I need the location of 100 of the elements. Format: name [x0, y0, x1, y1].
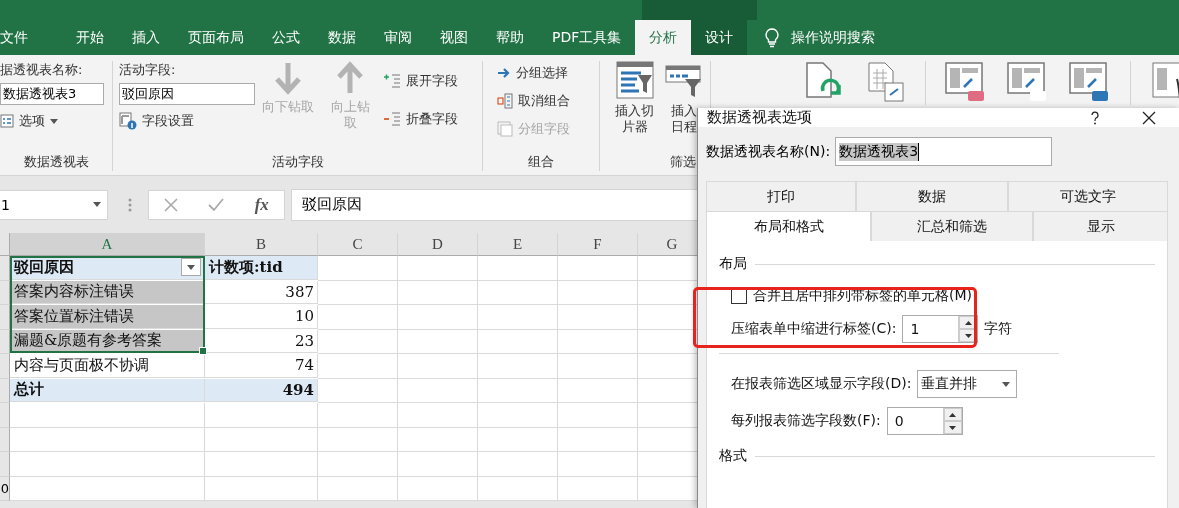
ribbon-tab[interactable]: 帮助 — [482, 20, 538, 55]
dialog-tab[interactable]: 显示 — [1033, 211, 1168, 241]
ribbon-tab[interactable]: 数据 — [314, 20, 370, 55]
down-arrow-icon — [273, 61, 303, 95]
column-header[interactable]: F — [558, 233, 638, 256]
row-header — [0, 452, 10, 477]
section-heading: 布局 — [719, 255, 747, 273]
fill-handle[interactable] — [199, 347, 207, 355]
expand-field-button[interactable]: 展开字段 — [383, 69, 458, 93]
caret-icon — [187, 264, 195, 270]
group-label: 筛选 — [669, 153, 697, 171]
close-icon[interactable] — [1142, 110, 1156, 125]
pivot-header-cell: 计数项:tid — [205, 256, 318, 280]
column-header[interactable]: D — [398, 233, 478, 256]
row-header — [0, 256, 10, 281]
ribbon-tab[interactable]: 文件 — [0, 20, 42, 55]
up-arrow-icon — [964, 320, 972, 325]
pivot-header-cell: 驳回原因 — [10, 256, 205, 280]
table-cell: 答案位置标注错误 — [10, 305, 205, 329]
check-icon[interactable] — [208, 197, 225, 212]
row-header — [0, 329, 10, 354]
ribbon-tab[interactable]: 页面布局 — [174, 20, 258, 55]
insert-function-button[interactable]: fx — [254, 194, 269, 215]
options-button[interactable]: 选项 — [0, 109, 104, 133]
down-arrow-icon — [964, 333, 972, 338]
insert-timeline-button[interactable]: 插入日程 — [663, 61, 704, 153]
collapse-field-button[interactable]: 折叠字段 — [383, 107, 458, 131]
ribbon-tab[interactable]: 开始 — [62, 20, 118, 55]
filter-button[interactable] — [181, 258, 201, 277]
group-field-icon — [497, 121, 513, 137]
up-arrow-icon — [949, 412, 957, 417]
ungroup-icon — [497, 93, 513, 109]
dialog-tab[interactable]: 汇总和筛选 — [871, 211, 1033, 241]
row-header — [0, 378, 10, 403]
ribbon-tab[interactable]: 分析 — [635, 20, 692, 55]
ribbon-tab[interactable]: 审阅 — [370, 20, 426, 55]
row-header — [0, 403, 10, 428]
caret-icon — [50, 118, 58, 124]
column-header[interactable]: A — [10, 233, 205, 256]
dialog-tab[interactable]: 布局和格式 — [706, 211, 871, 241]
row-header — [0, 280, 10, 305]
field-label: 据透视表名称: — [0, 61, 84, 79]
dialog-tab[interactable]: 数据 — [856, 181, 1008, 211]
tell-me-search[interactable]: 操作说明搜索 — [791, 28, 876, 47]
indent-spinner[interactable]: 1 — [902, 315, 979, 343]
group-label: 数据透视表 — [22, 153, 90, 171]
filter-count-spinner[interactable]: 0 — [886, 407, 963, 435]
ribbon-tab[interactable]: 公式 — [258, 20, 314, 55]
table-cell: 387 — [205, 280, 318, 304]
ribbon-tab[interactable]: 设计 — [691, 20, 748, 55]
down-arrow-icon — [949, 425, 957, 430]
dialog-tab[interactable]: 打印 — [706, 181, 856, 211]
caret-icon — [1002, 381, 1011, 387]
row-header — [0, 427, 10, 452]
field-settings-button[interactable]: 字段设置 — [119, 109, 255, 133]
filter-order-dropdown[interactable]: 垂直并排 — [917, 370, 1018, 398]
column-header[interactable]: B — [205, 233, 318, 256]
field-label: 每列报表筛选字段数(F): — [731, 412, 881, 430]
arrow-icon — [497, 67, 511, 79]
pivot-name-input[interactable]: 数据透视表3 — [835, 137, 1053, 166]
group-command-button[interactable]: 分组选择 — [497, 61, 570, 85]
field-label: 在报表筛选区域显示字段(D): — [731, 375, 912, 393]
row-number: 0 — [0, 476, 10, 501]
field-label: 活动字段: — [119, 61, 177, 79]
ribbon-tab[interactable]: 视图 — [426, 20, 482, 55]
section-heading: 格式 — [719, 447, 747, 465]
table-cell: 23 — [205, 329, 318, 353]
name-box[interactable]: 1 — [0, 189, 108, 220]
row-header — [0, 305, 10, 330]
insert-slicer-button[interactable]: 插入切片器 — [610, 61, 660, 153]
total-cell: 494 — [205, 378, 318, 402]
table-cell: 答案内容标注错误 — [10, 280, 205, 304]
column-header[interactable]: E — [478, 233, 558, 256]
expand-icon — [383, 73, 401, 89]
dialog-tab[interactable]: 可选文字 — [1008, 181, 1168, 211]
collapse-icon — [383, 111, 401, 127]
total-cell: 总计 — [10, 378, 205, 402]
field-label: 数据透视表名称(N): — [706, 142, 831, 161]
table-cell: 10 — [205, 305, 318, 329]
row-header — [0, 354, 10, 379]
up-arrow-icon — [335, 61, 365, 95]
column-header[interactable]: C — [318, 233, 398, 256]
grip-icon — [128, 197, 132, 212]
pivot-name-field[interactable]: 数据透视表3 — [0, 83, 104, 105]
dialog-title: 数据透视表选项 — [707, 108, 813, 127]
ribbon-tab[interactable]: 插入 — [118, 20, 174, 55]
unit-label: 字符 — [984, 320, 1013, 338]
cancel-icon[interactable] — [164, 197, 179, 212]
field-settings-icon — [119, 112, 137, 130]
group-label: 组合 — [527, 153, 555, 171]
slicer-icon — [615, 61, 654, 99]
ribbon-tab[interactable]: PDF工具集 — [538, 20, 636, 55]
group-label: 活动字段 — [270, 153, 325, 171]
lightbulb-icon — [765, 27, 780, 48]
field-label: 压缩表单中缩进行标签(C): — [731, 320, 897, 338]
group-command-button[interactable]: 取消组合 — [497, 89, 570, 113]
table-cell: 内容与页面极不协调 — [10, 354, 205, 378]
help-icon[interactable] — [1090, 110, 1100, 125]
active-field-input[interactable]: 驳回原因 — [119, 83, 255, 105]
caret-icon — [93, 202, 101, 207]
